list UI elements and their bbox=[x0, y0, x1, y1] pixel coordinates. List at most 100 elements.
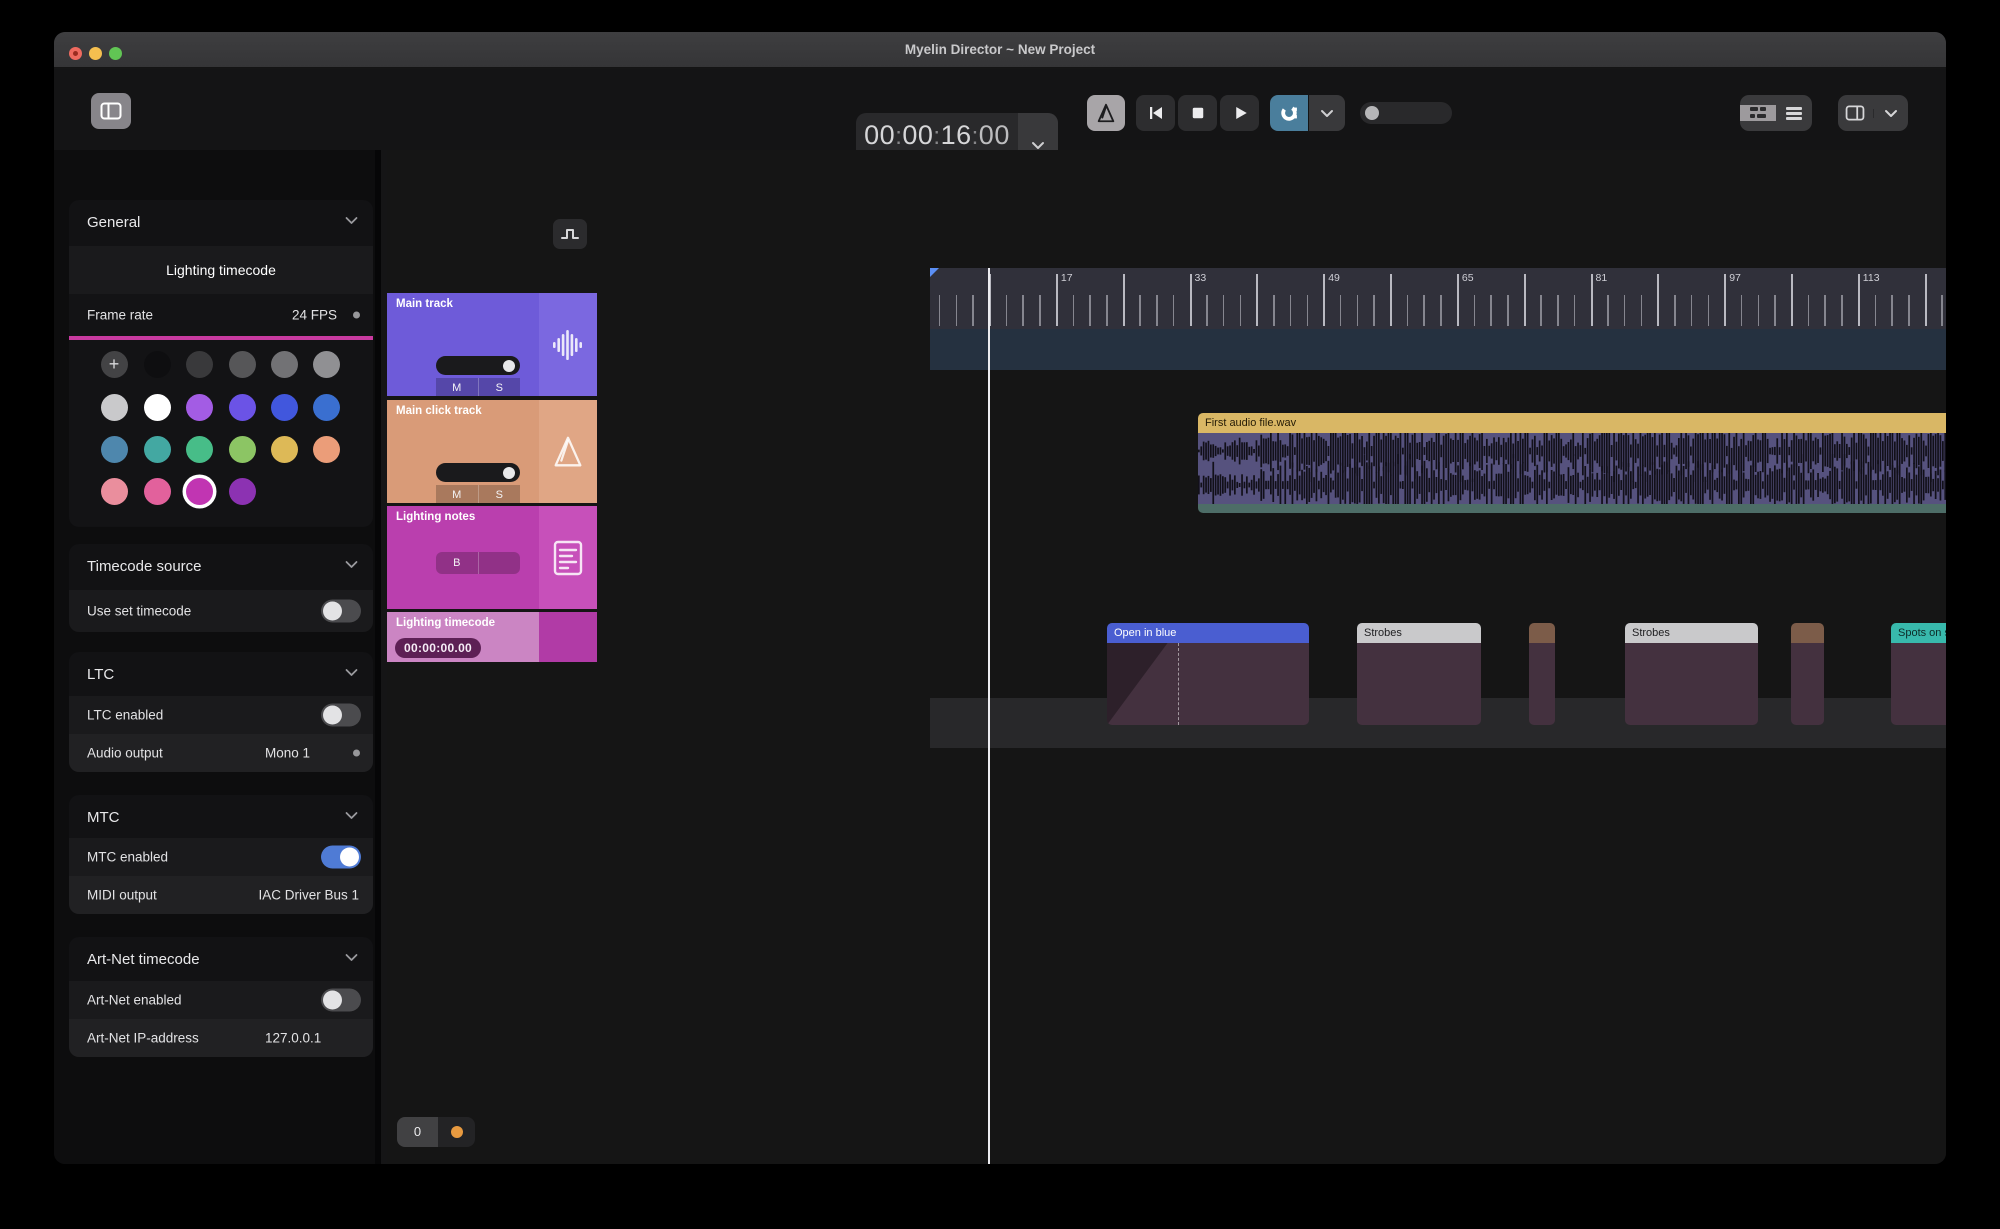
color-swatch[interactable] bbox=[186, 394, 213, 421]
ltc-enabled-toggle[interactable] bbox=[321, 704, 361, 727]
fade-handle-line[interactable] bbox=[1178, 643, 1179, 725]
artnet-header[interactable]: Art-Net timecode bbox=[69, 937, 373, 981]
note-clip-body bbox=[1107, 643, 1309, 725]
mute-button[interactable]: M bbox=[436, 485, 478, 503]
toggle-inspector-button[interactable] bbox=[1838, 105, 1873, 121]
stop-icon bbox=[1189, 104, 1207, 122]
color-swatch[interactable] bbox=[271, 394, 298, 421]
audio-clip-header: First audio file.wav bbox=[1198, 413, 1946, 433]
color-swatch[interactable] bbox=[186, 351, 213, 378]
stepper-dot-icon bbox=[353, 312, 360, 319]
use-set-timecode-toggle[interactable] bbox=[321, 600, 361, 623]
timecode-source-title: Timecode source bbox=[87, 558, 202, 575]
b-button[interactable]: B bbox=[436, 552, 478, 574]
metronome-button[interactable] bbox=[1087, 95, 1125, 131]
note-clip[interactable]: Strobes bbox=[1625, 623, 1758, 725]
color-swatch[interactable] bbox=[144, 351, 171, 378]
note-clip[interactable]: Spots on sin… bbox=[1891, 623, 1946, 725]
mtc-title: MTC bbox=[87, 809, 120, 826]
toolbar: 00:00:16:00 HourMinSecFr bbox=[54, 69, 1946, 150]
ltc-header[interactable]: LTC bbox=[69, 652, 373, 696]
midi-output-row[interactable]: MIDI output IAC Driver Bus 1 bbox=[69, 876, 373, 914]
frame-rate-row[interactable]: Frame rate 24 FPS bbox=[69, 294, 373, 336]
color-swatch[interactable] bbox=[271, 351, 298, 378]
color-swatch[interactable] bbox=[229, 436, 256, 463]
artnet-ip-row[interactable]: Art-Net IP-address 127.0.0.1 bbox=[69, 1019, 373, 1057]
track-icon-strip bbox=[539, 400, 597, 503]
list-view-button[interactable] bbox=[1776, 105, 1812, 121]
chevron-down-icon bbox=[344, 811, 359, 820]
chevron-down-icon bbox=[344, 560, 359, 569]
titlebar: Myelin Director ~ New Project bbox=[54, 32, 1946, 68]
skip-to-start-button[interactable] bbox=[1136, 95, 1175, 131]
color-swatch[interactable] bbox=[186, 478, 213, 505]
audio-output-row[interactable]: Audio output Mono 1 bbox=[69, 734, 373, 772]
volume-knob[interactable] bbox=[503, 467, 515, 479]
playhead[interactable] bbox=[988, 268, 990, 1164]
track-name-field[interactable]: Lighting timecode bbox=[69, 246, 373, 294]
color-swatch[interactable] bbox=[229, 478, 256, 505]
snap-button[interactable] bbox=[1270, 95, 1308, 131]
color-swatch[interactable] bbox=[101, 394, 128, 421]
zoom-slider[interactable] bbox=[1360, 102, 1452, 124]
note-clip-unnamed[interactable] bbox=[1791, 623, 1824, 725]
marker-lane-button[interactable] bbox=[553, 219, 587, 249]
fade-in-wedge bbox=[1107, 643, 1309, 725]
timecode-source-header[interactable]: Timecode source bbox=[69, 544, 373, 590]
track-header-lighting-timecode[interactable]: Lighting timecode 00:00:00.00 bbox=[387, 612, 597, 662]
add-color-button[interactable]: + bbox=[101, 351, 128, 378]
timecode-value: 00:00:16:00 bbox=[856, 120, 1018, 151]
color-swatch[interactable] bbox=[144, 478, 171, 505]
artnet-ip-value: 127.0.0.1 bbox=[265, 1031, 321, 1046]
toggle-sidebar-button[interactable] bbox=[91, 93, 131, 129]
stop-button[interactable] bbox=[1178, 95, 1217, 131]
color-swatch[interactable] bbox=[101, 436, 128, 463]
artnet-enabled-toggle[interactable] bbox=[321, 989, 361, 1012]
color-swatch[interactable] bbox=[229, 351, 256, 378]
volume-slider[interactable] bbox=[436, 356, 520, 375]
color-swatch[interactable] bbox=[144, 394, 171, 421]
note-clip[interactable]: Open in blue bbox=[1107, 623, 1309, 725]
color-swatch[interactable] bbox=[313, 394, 340, 421]
color-swatch[interactable] bbox=[313, 351, 340, 378]
track-icon-strip bbox=[539, 293, 597, 396]
mtc-enabled-row: MTC enabled bbox=[69, 838, 373, 876]
inspector-options-button[interactable] bbox=[1873, 109, 1909, 118]
solo-button[interactable]: S bbox=[478, 378, 521, 396]
mtc-header[interactable]: MTC bbox=[69, 795, 373, 838]
mute-solo-group: M S bbox=[436, 378, 520, 396]
mute-button[interactable]: M bbox=[436, 378, 478, 396]
midi-output-value: IAC Driver Bus 1 bbox=[258, 888, 359, 903]
color-swatch[interactable] bbox=[313, 436, 340, 463]
mtc-enabled-toggle[interactable] bbox=[321, 846, 361, 869]
volume-knob[interactable] bbox=[503, 360, 515, 372]
snap-options-button[interactable] bbox=[1309, 95, 1345, 131]
general-header[interactable]: General bbox=[69, 200, 373, 246]
note-clip[interactable]: Strobes bbox=[1357, 623, 1481, 725]
zoom-slider-knob[interactable] bbox=[1365, 106, 1379, 120]
track-header-main-click-track[interactable]: Main click track M S bbox=[387, 400, 597, 503]
track-header-main-track[interactable]: Main track M S bbox=[387, 293, 597, 396]
note-clip-header: Strobes bbox=[1625, 623, 1758, 643]
counter-value[interactable]: 0 bbox=[397, 1117, 438, 1147]
audio-clip-footer bbox=[1198, 504, 1946, 513]
timeline-view-button[interactable] bbox=[1740, 105, 1776, 121]
timeline-blocks-icon bbox=[1749, 105, 1767, 121]
note-clip-unnamed[interactable] bbox=[1529, 623, 1555, 725]
color-swatch[interactable] bbox=[144, 436, 171, 463]
color-swatch[interactable] bbox=[229, 394, 256, 421]
color-swatch[interactable] bbox=[186, 436, 213, 463]
blank-button[interactable] bbox=[478, 552, 521, 574]
play-button[interactable] bbox=[1220, 95, 1259, 131]
audio-clip[interactable]: First audio file.wav bbox=[1198, 413, 1946, 513]
automation-icon bbox=[561, 227, 579, 241]
track-header-lighting-notes[interactable]: Lighting notes B bbox=[387, 506, 597, 609]
volume-slider[interactable] bbox=[436, 463, 520, 482]
track-name: Main click track bbox=[396, 405, 482, 417]
color-swatch[interactable] bbox=[101, 478, 128, 505]
record-indicator-button[interactable] bbox=[438, 1117, 475, 1147]
track-icon-strip bbox=[539, 612, 597, 662]
color-swatch[interactable] bbox=[271, 436, 298, 463]
artnet-card: Art-Net timecode Art-Net enabled Art-Net… bbox=[69, 937, 373, 1057]
solo-button[interactable]: S bbox=[478, 485, 521, 503]
